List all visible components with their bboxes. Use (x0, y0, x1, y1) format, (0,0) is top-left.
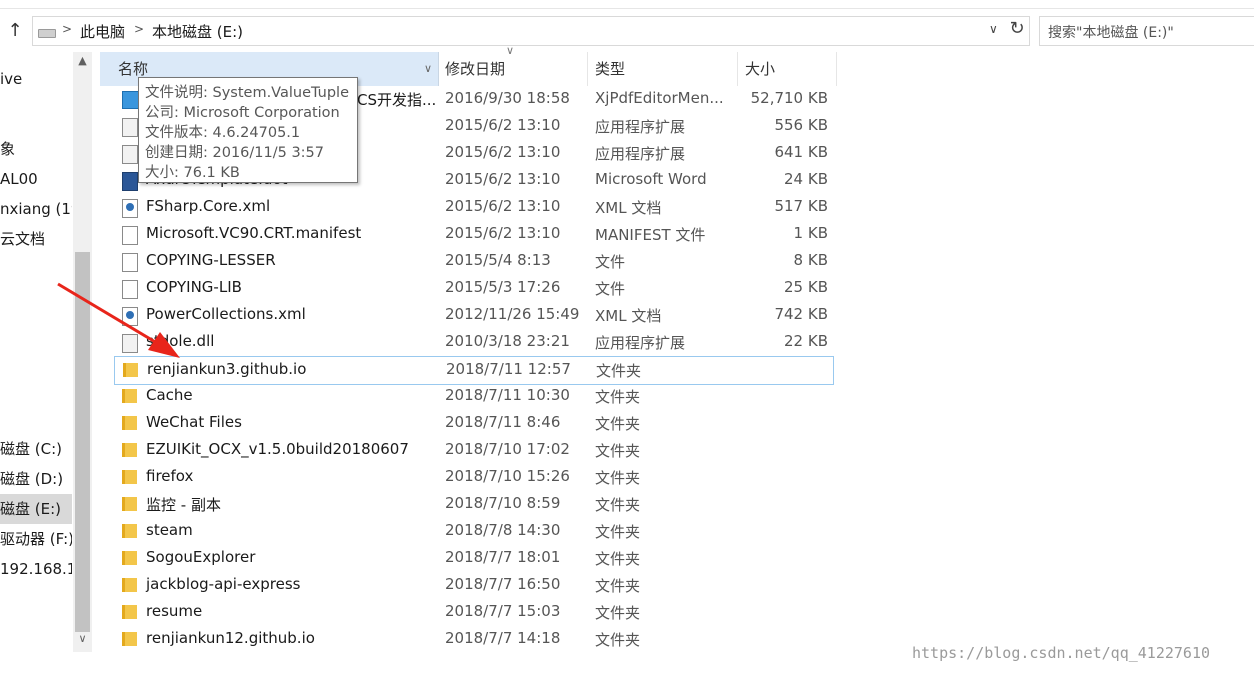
annotation-arrow (57, 282, 180, 358)
arrow-shaft (57, 282, 163, 348)
watermark: https://blog.csdn.net/qq_41227610 (912, 644, 1211, 662)
arrow-head (148, 332, 180, 358)
